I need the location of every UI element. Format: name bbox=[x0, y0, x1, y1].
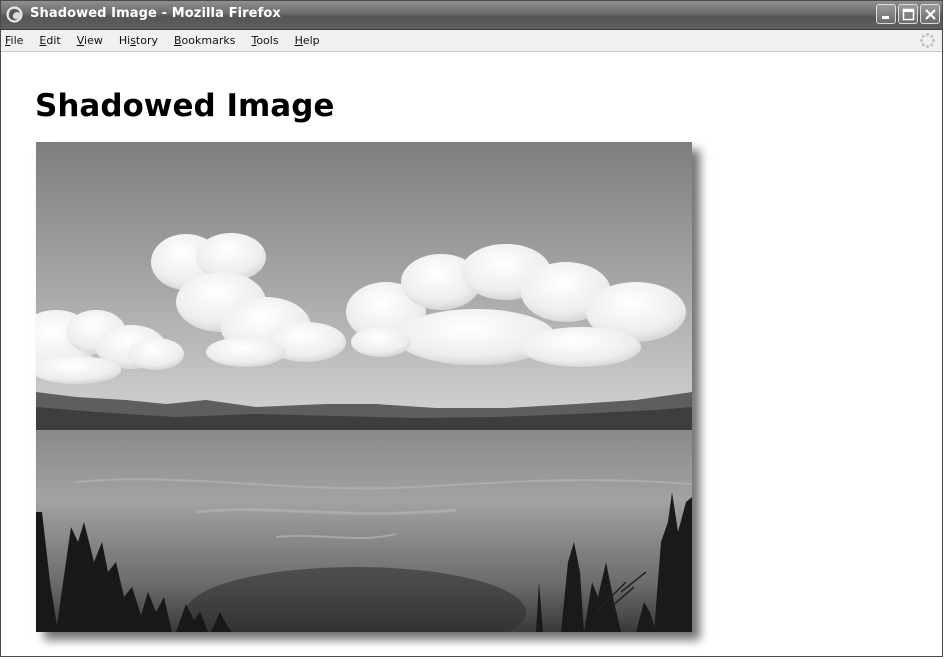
browser-window: Shadowed Image - Mozilla Firefox File Ed… bbox=[0, 0, 943, 657]
menu-file[interactable]: File bbox=[1, 34, 31, 47]
maximize-icon bbox=[902, 8, 915, 21]
menu-tools[interactable]: Tools bbox=[243, 34, 286, 47]
menu-bar: File Edit View History Bookmarks Tools H… bbox=[1, 30, 942, 52]
window-title: Shadowed Image - Mozilla Firefox bbox=[30, 6, 281, 21]
page-content: Shadowed Image bbox=[1, 52, 942, 656]
menu-bookmarks[interactable]: Bookmarks bbox=[166, 34, 243, 47]
title-bar[interactable]: Shadowed Image - Mozilla Firefox bbox=[1, 1, 942, 30]
maximize-button[interactable] bbox=[898, 4, 918, 24]
minimize-icon bbox=[882, 16, 889, 19]
menu-help[interactable]: Help bbox=[287, 34, 328, 47]
throbber-icon bbox=[919, 32, 936, 49]
menu-edit[interactable]: Edit bbox=[31, 34, 68, 47]
lake-landscape-photo bbox=[36, 142, 692, 632]
window-controls bbox=[876, 4, 940, 24]
close-button[interactable] bbox=[920, 4, 940, 24]
close-icon bbox=[925, 9, 936, 20]
menu-history[interactable]: History bbox=[111, 34, 166, 47]
minimize-button[interactable] bbox=[876, 4, 896, 24]
shadowed-photo bbox=[36, 142, 692, 632]
firefox-icon bbox=[6, 6, 23, 23]
menu-view[interactable]: View bbox=[69, 34, 111, 47]
page-heading: Shadowed Image bbox=[35, 88, 335, 124]
